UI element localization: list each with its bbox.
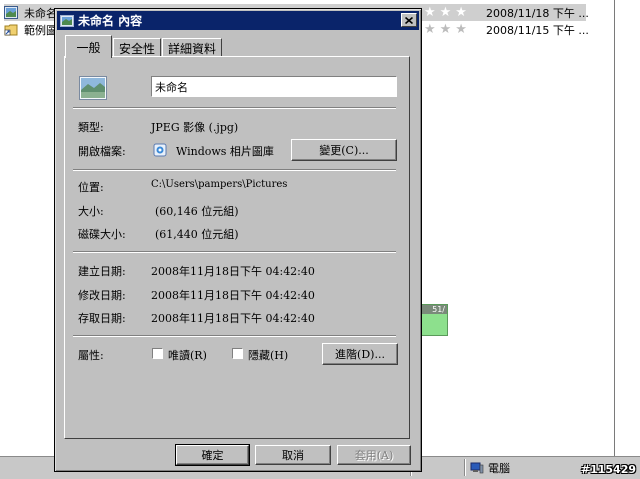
status-computer: 電腦 xyxy=(470,459,510,476)
file-name: 範例圖 xyxy=(24,23,57,37)
opens-with-value: Windows 相片圖庫 xyxy=(176,145,274,158)
location-label: 位置: xyxy=(78,181,104,194)
file-name-field[interactable] xyxy=(151,76,397,97)
close-button[interactable] xyxy=(401,13,417,27)
created-label: 建立日期: xyxy=(78,265,126,278)
type-value: JPEG 影像 (.jpg) xyxy=(151,121,239,134)
change-button[interactable]: 變更(C)... xyxy=(291,139,397,161)
computer-icon xyxy=(470,462,484,473)
properties-dialog: 未命名 內容 一般 安全性 詳細資料 類型: JPEG 影像 (.jpg) 開啟… xyxy=(54,8,422,472)
apply-button[interactable]: 套用(A) xyxy=(337,445,411,465)
readonly-checkbox[interactable] xyxy=(152,348,163,359)
hidden-checkbox[interactable] xyxy=(232,348,243,359)
modified-value: 2008年11月18日下午 04:42:40 xyxy=(151,289,315,302)
size-on-disk-label: 磁碟大小: xyxy=(78,228,126,241)
ok-button[interactable]: 確定 xyxy=(175,444,250,466)
dialog-title: 未命名 內容 xyxy=(78,14,143,28)
readonly-label[interactable]: 唯讀(R) xyxy=(168,347,207,363)
file-date: 2008/11/15 下午 ... xyxy=(486,23,589,37)
rating-stars[interactable]: ★★★ xyxy=(424,22,471,37)
advanced-button[interactable]: 進階(D)... xyxy=(322,343,398,365)
image-file-icon xyxy=(60,14,74,27)
close-icon xyxy=(405,16,413,24)
image-file-icon xyxy=(4,6,18,19)
file-name: 未命名 xyxy=(24,6,57,20)
general-tab-panel xyxy=(64,56,410,439)
type-label: 類型: xyxy=(78,121,104,134)
tab-security[interactable]: 安全性 xyxy=(113,38,161,57)
size-on-disk-value: (61,440 位元組) xyxy=(155,228,239,241)
accessed-value: 2008年11月18日下午 04:42:40 xyxy=(151,312,315,325)
tab-details[interactable]: 詳細資料 xyxy=(162,38,222,57)
opens-with-label: 開啟檔案: xyxy=(78,145,126,158)
rating-stars[interactable]: ★★★ xyxy=(424,5,471,20)
right-edge xyxy=(620,0,640,478)
hidden-label[interactable]: 隱藏(H) xyxy=(248,347,288,363)
photo-gallery-icon xyxy=(153,143,167,157)
watermark: #115429 xyxy=(580,463,636,476)
divider xyxy=(73,251,396,253)
tab-general[interactable]: 一般 xyxy=(65,35,112,58)
created-value: 2008年11月18日下午 04:42:40 xyxy=(151,265,315,278)
attributes-label: 屬性: xyxy=(78,349,104,362)
cancel-button[interactable]: 取消 xyxy=(255,445,331,465)
status-computer-label: 電腦 xyxy=(488,461,510,475)
size-label: 大小: xyxy=(78,205,104,218)
modified-label: 修改日期: xyxy=(78,289,126,302)
shortcut-folder-icon xyxy=(4,24,18,36)
size-value: (60,146 位元組) xyxy=(155,205,239,218)
divider xyxy=(73,169,396,171)
image-thumbnail-icon xyxy=(79,76,107,100)
accessed-label: 存取日期: xyxy=(78,312,126,325)
dialog-titlebar[interactable]: 未命名 內容 xyxy=(57,11,419,30)
status-divider xyxy=(464,459,466,476)
file-date: 2008/11/18 下午 ... xyxy=(486,6,589,20)
divider xyxy=(73,107,396,109)
divider xyxy=(73,335,396,337)
location-value: C:\Users\pampers\Pictures xyxy=(151,179,288,190)
